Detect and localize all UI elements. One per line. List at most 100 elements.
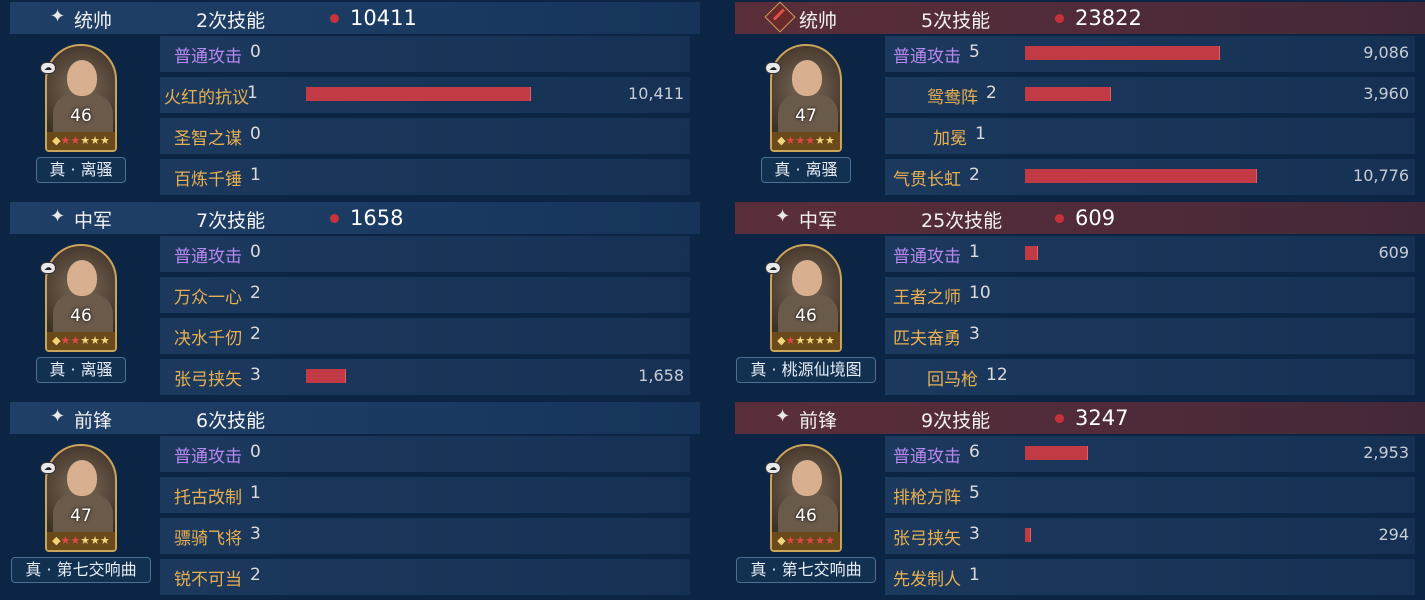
skill-name: 普通攻击: [893, 447, 961, 467]
hero-tag: 真 · 离骚: [36, 157, 126, 183]
sparkle-icon: ✦: [50, 6, 66, 27]
cloud-icon: ☁: [765, 62, 781, 74]
skill-name: 普通攻击: [174, 47, 242, 67]
star-icon: ★: [100, 134, 110, 147]
hero-portrait[interactable]: 47 ◆★★★★★: [770, 44, 842, 152]
skill-name: 先发制人: [893, 570, 961, 590]
skill-name: 普通攻击: [174, 247, 242, 267]
skill-cast-count: 1: [975, 124, 986, 144]
section-header: ✦ 统帅 2次技能 10411: [10, 2, 700, 34]
skill-cast-count: 2: [250, 324, 261, 344]
skill-cast-count: 1: [969, 565, 980, 585]
star-icon: ★: [785, 334, 796, 347]
hero-portrait[interactable]: 46 ◆★★★★★: [770, 244, 842, 352]
damage-value: 9,086: [1363, 43, 1409, 62]
portrait-face: [792, 60, 822, 96]
damage-value: 609: [1378, 243, 1409, 262]
sword-icon: [772, 8, 785, 21]
damage-value: 3,960: [1363, 84, 1409, 103]
skill-row: 骠骑飞将 3: [160, 518, 690, 554]
left-team-panel: ✦ 统帅 2次技能 10411 46 ◆★★★★★ ☁ 真 · 离骚 普通攻击 0 火红的抗议 1 10…: [0, 0, 700, 600]
damage-dot-icon: [330, 14, 339, 23]
star-icon: ★: [90, 334, 101, 347]
skill-name: 鸳鸯阵: [927, 88, 978, 108]
skill-cast-count: 2: [250, 565, 261, 585]
diamond-icon: ◆: [777, 334, 786, 347]
skill-cast-count: 0: [250, 442, 261, 462]
star-icon: ★: [795, 334, 806, 347]
hero-level: 46: [70, 306, 92, 326]
cast-count: 25次技能: [921, 210, 1003, 232]
hero-level: 46: [70, 106, 92, 126]
skill-cast-count: 3: [969, 324, 980, 344]
cloud-icon: ☁: [40, 62, 56, 74]
skill-row: 加冕 1: [885, 118, 1415, 154]
star-icon: ★: [60, 334, 71, 347]
damage-bar: [1025, 446, 1088, 460]
portrait-face: [792, 460, 822, 496]
skill-name: 托古改制: [174, 488, 242, 508]
hero-section-前锋: ✦ 前锋 6次技能 47 ◆★★★★★ ☁ 真 · 第七交响曲 普通攻击 0 托古改制 1 骠骑飞将 3…: [0, 400, 700, 600]
skill-cast-count: 2: [969, 165, 980, 185]
hero-level: 46: [795, 506, 817, 526]
diamond-icon: ◆: [52, 334, 61, 347]
cloud-icon: ☁: [40, 262, 56, 274]
skill-cast-count: 3: [969, 524, 980, 544]
star-icon: ★: [785, 134, 796, 147]
damage-dot-icon: [1055, 14, 1064, 23]
hero-section-统帅: 统帅 5次技能 23822 47 ◆★★★★★ ☁ 真 · 离骚 普通攻击 5 9,086 鸳鸯阵 2…: [725, 0, 1425, 200]
cloud-icon: ☁: [40, 462, 56, 474]
star-icon: ★: [70, 334, 81, 347]
skill-row: 普通攻击 1 609: [885, 236, 1415, 272]
skill-name: 决水千仞: [174, 329, 242, 349]
skill-cast-count: 0: [250, 124, 261, 144]
total-damage: 10411: [350, 6, 417, 30]
skill-row: 普通攻击 0: [160, 236, 690, 272]
sparkle-icon: ✦: [775, 206, 791, 227]
portrait-face: [67, 260, 97, 296]
skill-name: 骠骑飞将: [174, 529, 242, 549]
skill-name: 气贯长虹: [893, 170, 961, 190]
skill-row: 托古改制 1: [160, 477, 690, 513]
total-damage: 1658: [350, 206, 404, 230]
role-label: 前锋: [799, 410, 838, 432]
skill-name: 万众一心: [174, 288, 242, 308]
hero-section-中军: ✦ 中军 7次技能 1658 46 ◆★★★★★ ☁ 真 · 离骚 普通攻击 0 万众一心 2 决水千仞…: [0, 200, 700, 400]
hero-portrait[interactable]: 46 ◆★★★★★: [45, 44, 117, 152]
skill-cast-count: 1: [247, 83, 258, 103]
star-rating: ◆★★★★★: [772, 532, 840, 550]
hero-portrait[interactable]: 46 ◆★★★★★: [770, 444, 842, 552]
portrait-face: [67, 460, 97, 496]
star-icon: ★: [795, 534, 806, 547]
star-icon: ★: [90, 534, 101, 547]
hero-portrait[interactable]: 46 ◆★★★★★: [45, 244, 117, 352]
hero-portrait[interactable]: 47 ◆★★★★★: [45, 444, 117, 552]
skill-name: 回马枪: [927, 370, 978, 390]
skill-cast-count: 6: [969, 442, 980, 462]
star-icon: ★: [70, 534, 81, 547]
diamond-icon: ◆: [777, 534, 786, 547]
skill-row: 回马枪 12: [885, 359, 1415, 395]
star-rating: ◆★★★★★: [47, 132, 115, 150]
section-header: ✦ 中军 7次技能 1658: [10, 202, 700, 234]
skill-name: 火红的抗议: [164, 88, 249, 108]
damage-dot-icon: [1055, 414, 1064, 423]
hero-tag: 真 · 第七交响曲: [11, 557, 151, 583]
cast-count: 2次技能: [196, 10, 266, 32]
skill-name: 百炼千锤: [174, 170, 242, 190]
section-header: 统帅 5次技能 23822: [735, 1, 1425, 34]
diamond-icon: ◆: [777, 134, 786, 147]
star-icon: ★: [80, 334, 91, 347]
damage-dot-icon: [1055, 214, 1064, 223]
skill-row: 决水千仞 2: [160, 318, 690, 354]
cast-count: 9次技能: [921, 410, 991, 432]
total-damage: 609: [1075, 206, 1116, 230]
skill-cast-count: 1: [969, 242, 980, 262]
diamond-icon: ◆: [52, 134, 61, 147]
hero-section-统帅: ✦ 统帅 2次技能 10411 46 ◆★★★★★ ☁ 真 · 离骚 普通攻击 0 火红的抗议 1 10…: [0, 0, 700, 200]
star-icon: ★: [795, 134, 806, 147]
star-icon: ★: [805, 134, 816, 147]
total-damage: 23822: [1075, 6, 1142, 30]
skill-cast-count: 12: [986, 365, 1008, 385]
damage-bar: [1025, 528, 1031, 542]
